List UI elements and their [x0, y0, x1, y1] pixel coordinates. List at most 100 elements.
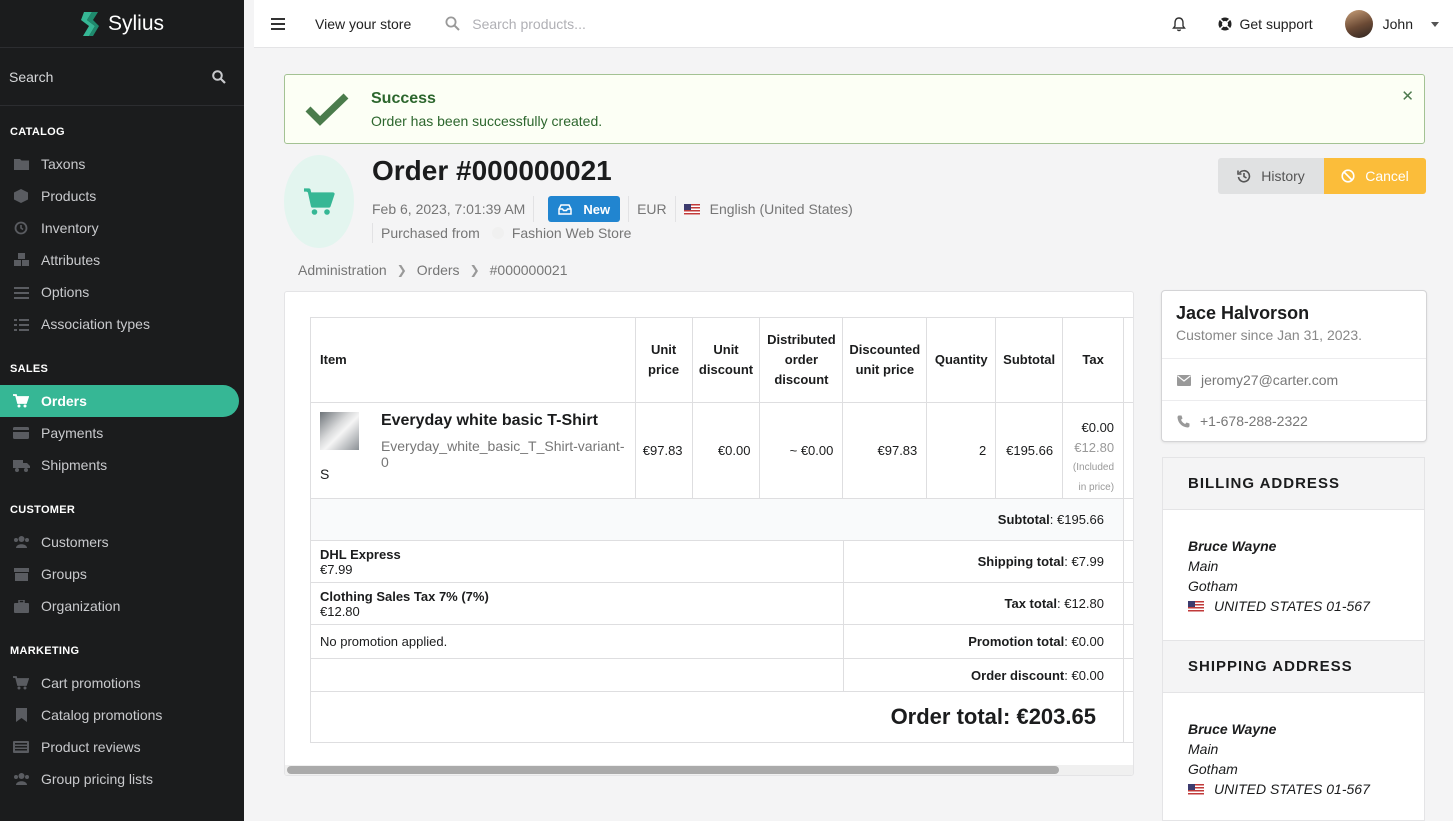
cart-icon — [12, 676, 30, 690]
view-store-link[interactable]: View your store — [315, 16, 411, 32]
channel-color-icon — [491, 227, 504, 239]
us-flag-icon — [1188, 783, 1204, 795]
horizontal-scrollbar[interactable] — [285, 765, 1133, 775]
sidebar-item-attributes[interactable]: Attributes — [0, 244, 239, 276]
quantity-cell: 2 — [927, 403, 997, 498]
sidebar-item-orders[interactable]: Orders — [0, 385, 239, 417]
sidebar-item-options[interactable]: Options — [0, 276, 239, 308]
customer-phone: +1-678-288-2322 — [1200, 413, 1308, 429]
envelope-icon — [1177, 374, 1191, 386]
sidebar-item-cart-promotions[interactable]: Cart promotions — [0, 667, 239, 699]
breadcrumb: Administration ❯ Orders ❯ #000000021 — [298, 262, 568, 278]
tax-name: Clothing Sales Tax 7% (7%) — [320, 588, 489, 604]
shipping-amount: €7.99 — [320, 561, 353, 577]
billing-address-card: BILLING ADDRESS Bruce Wayne Main Gotham … — [1162, 457, 1425, 641]
phone-icon — [1177, 415, 1190, 427]
chevron-right-icon: ❯ — [469, 263, 480, 277]
col-distributed-order-discount: Distributed order discount — [760, 318, 844, 402]
col-subtotal: Subtotal — [996, 318, 1064, 402]
get-support-link[interactable]: Get support — [1218, 16, 1313, 32]
cart-icon — [12, 394, 30, 408]
inbox-icon — [558, 203, 573, 215]
history-button[interactable]: History — [1218, 158, 1324, 194]
ban-icon — [1341, 169, 1355, 183]
order-total: Order total: €203.65 — [311, 692, 1124, 742]
channel-name: Fashion Web Store — [511, 225, 632, 241]
sidebar-item-customers[interactable]: Customers — [0, 526, 239, 558]
users-icon — [12, 535, 30, 549]
shipping-city: Gotham — [1188, 761, 1238, 777]
archive-icon — [12, 567, 30, 581]
brand-name: Sylius — [107, 11, 165, 35]
customer-email[interactable]: jeromy27@carter.com — [1201, 372, 1338, 388]
truck-icon — [12, 458, 30, 472]
sidebar-item-products[interactable]: Products — [0, 180, 239, 212]
user-name: John — [1382, 16, 1413, 32]
order-items-table: Item Unit price Unit discount Distribute… — [310, 317, 1133, 743]
sidebar-item-shipments[interactable]: Shipments — [0, 449, 239, 481]
col-unit-price: Unit price — [636, 318, 693, 402]
shipping-address-title: SHIPPING ADDRESS — [1163, 641, 1424, 693]
subtotal-row: Subtotal: €195.66 — [311, 499, 1133, 541]
product-name[interactable]: Everyday white basic T-Shirt — [381, 412, 626, 430]
sidebar-item-inventory[interactable]: Inventory — [0, 212, 239, 244]
life-ring-icon — [1218, 17, 1232, 31]
table-header-row: Item Unit price Unit discount Distribute… — [311, 318, 1133, 403]
sidebar-item-groups[interactable]: Groups — [0, 558, 239, 590]
order-locale: English (United States) — [709, 201, 853, 217]
breadcrumb-orders[interactable]: Orders — [417, 262, 460, 278]
history-icon — [1237, 169, 1251, 183]
users-icon — [12, 772, 30, 786]
bell-icon[interactable] — [1172, 16, 1187, 32]
cancel-button[interactable]: Cancel — [1324, 158, 1426, 194]
billing-address-title: BILLING ADDRESS — [1163, 458, 1424, 510]
search-products-input[interactable] — [472, 15, 773, 32]
section-marketing: MARKETING — [10, 645, 80, 657]
tax-row: Clothing Sales Tax 7% (7%) €12.80 Tax tot… — [311, 583, 1133, 625]
customer-card: Jace Halvorson Customer since Jan 31, 20… — [1161, 290, 1427, 442]
search-icon — [212, 69, 226, 84]
tasks-icon — [12, 317, 30, 331]
brand-logo[interactable]: Sylius — [0, 0, 244, 48]
avatar — [1344, 10, 1373, 38]
breadcrumb-administration[interactable]: Administration — [298, 262, 387, 278]
sidebar-item-group-pricing-lists[interactable]: Group pricing lists — [0, 763, 239, 795]
promotion-text: No promotion applied. — [320, 634, 448, 649]
col-item: Item — [311, 318, 636, 402]
order-currency: EUR — [637, 201, 667, 217]
caret-down-icon — [1431, 21, 1439, 27]
section-sales: SALES — [10, 363, 49, 375]
order-total-row: Order total: €203.65 — [311, 692, 1133, 742]
customer-name[interactable]: Jace Halvorson — [1176, 303, 1309, 324]
user-menu[interactable]: John — [1344, 10, 1439, 38]
order-meta: Feb 6, 2023, 7:01:39 AM New EUR English … — [372, 196, 853, 222]
unit-price-cell: €97.83 — [636, 403, 693, 498]
alert-title: Success — [371, 89, 436, 107]
col-discounted-unit-price: Discounted unit price — [843, 318, 928, 402]
top-bar: View your store Get support John — [254, 0, 1453, 48]
sidebar-item-payments[interactable]: Payments — [0, 417, 239, 449]
col-unit-discount: Unit discount — [693, 318, 761, 402]
sidebar-item-organization[interactable]: Organization — [0, 590, 239, 622]
product-search — [445, 15, 773, 32]
scrollbar-thumb[interactable] — [287, 766, 1059, 774]
promotion-row: No promotion applied. Promotion total: €… — [311, 625, 1133, 659]
customer-email-row: jeromy27@carter.com — [1177, 372, 1338, 388]
us-flag-icon — [683, 203, 700, 215]
search-icon — [445, 16, 460, 31]
sidebar-search[interactable]: Search — [0, 48, 244, 106]
sidebar-item-taxons[interactable]: Taxons — [0, 148, 239, 180]
sidebar-item-association-types[interactable]: Association types — [0, 308, 239, 340]
bookmark-icon — [12, 708, 30, 722]
success-message: Success Order has been successfully crea… — [284, 74, 1425, 144]
billing-country: UNITED STATES 01-567 — [1214, 598, 1370, 614]
billing-city: Gotham — [1188, 578, 1238, 594]
product-thumbnail[interactable] — [320, 412, 359, 450]
order-discount-row: Order discount: €0.00 — [311, 659, 1133, 692]
close-icon[interactable]: ✕ — [1401, 87, 1414, 105]
hamburger-menu-icon[interactable] — [271, 17, 285, 30]
cubes-icon — [12, 253, 30, 267]
sidebar-item-catalog-promotions[interactable]: Catalog promotions — [0, 699, 239, 731]
discounted-unit-price-cell: €97.83 — [843, 403, 928, 498]
sidebar-item-product-reviews[interactable]: Product reviews — [0, 731, 239, 763]
